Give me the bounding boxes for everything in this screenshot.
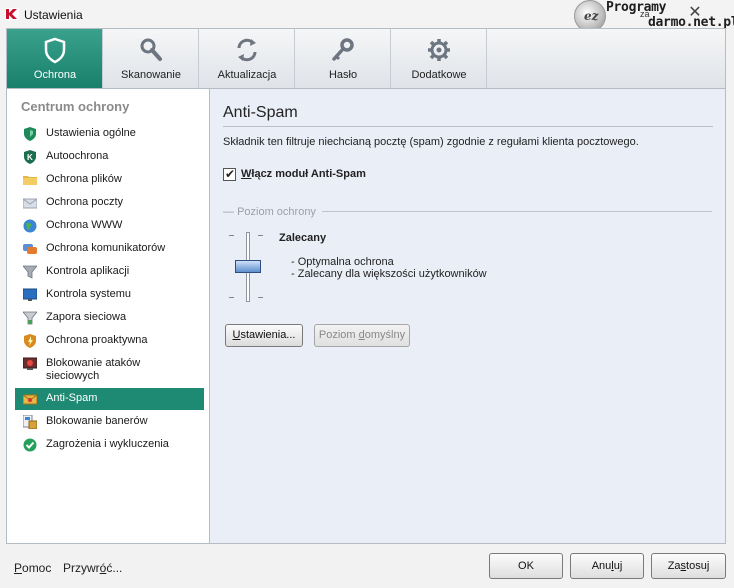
- globe-icon: [23, 219, 37, 233]
- envelope-icon: [23, 198, 37, 209]
- funnel-icon: [23, 265, 37, 279]
- tab-dodatkowe[interactable]: Dodatkowe: [391, 29, 487, 88]
- sidebar-item-zapora-sieciowa[interactable]: Zapora sieciowa: [15, 307, 204, 329]
- slider-tick: [258, 235, 263, 236]
- protection-level-desc: - Zalecany dla większości użytkowników: [291, 268, 487, 280]
- tab-label: Skanowanie: [121, 69, 181, 81]
- svg-text:K: K: [27, 153, 33, 162]
- close-button[interactable]: ✕: [682, 2, 708, 22]
- tab-strip: Ochrona Skanowanie Aktualizacja Hasło Do…: [6, 28, 726, 89]
- window-title: Ustawienia: [24, 8, 83, 22]
- sidebar-item-blokowanie-atakow[interactable]: Blokowanie ataków sieciowych: [15, 353, 204, 385]
- network-attack-icon: [23, 357, 37, 370]
- restore-link[interactable]: Przywróć...: [63, 561, 122, 575]
- ok-button[interactable]: OK: [489, 553, 563, 579]
- chat-icon: [23, 244, 37, 254]
- slider-tick: [229, 235, 234, 236]
- title-divider: [223, 126, 713, 127]
- sidebar-item-ochrona-komunikatorow[interactable]: Ochrona komunikatorów: [15, 238, 204, 260]
- sidebar-item-label: Anti-Spam: [46, 392, 98, 404]
- tab-label: Aktualizacja: [217, 69, 277, 81]
- settings-panel: Anti-Spam Składnik ten filtruje niechcia…: [210, 89, 726, 544]
- tab-label: Hasło: [328, 69, 358, 81]
- checkmark-icon: ✔: [225, 167, 236, 181]
- sidebar-item-label: Ustawienia ogólne: [46, 127, 136, 139]
- banner-block-icon: [23, 415, 37, 429]
- enable-anti-spam-checkbox[interactable]: ✔ Włącz moduł Anti-Spam: [223, 167, 523, 183]
- refresh-icon: [237, 38, 257, 62]
- sidebar-item-label: Kontrola aplikacji: [46, 265, 130, 277]
- sidebar-item-kontrola-aplikacji[interactable]: Kontrola aplikacji: [15, 261, 204, 283]
- slider-tick: [258, 297, 263, 298]
- sidebar-item-label: Ochrona plików: [46, 173, 122, 185]
- sidebar-item-label: Blokowanie banerów: [46, 415, 148, 427]
- sidebar-item-label: Ochrona WWW: [46, 219, 123, 231]
- k-shield-icon: K: [24, 150, 36, 164]
- kaspersky-logo-icon: [5, 8, 19, 20]
- gear-icon: [428, 39, 450, 61]
- footer: Pomoc Przywróć... OK Anuluj Zastosuj: [0, 544, 734, 588]
- proactive-shield-icon: [24, 334, 36, 348]
- page-title: Anti-Spam: [223, 104, 298, 121]
- sidebar-item-ochrona-poczty[interactable]: Ochrona poczty: [15, 192, 204, 214]
- firewall-funnel-icon: [23, 311, 37, 325]
- tab-aktualizacja[interactable]: Aktualizacja: [199, 29, 295, 88]
- watermark-logo-letter: ez: [584, 9, 599, 23]
- sidebar-item-ochrona-plikow[interactable]: Ochrona plików: [15, 169, 204, 191]
- apply-button[interactable]: Zastosuj: [651, 553, 726, 579]
- sidebar-item-label: Zagrożenia i wykluczenia: [46, 438, 169, 450]
- group-divider: [322, 211, 712, 212]
- settings-button[interactable]: Ustawienia...: [225, 324, 303, 347]
- magnifier-icon: [140, 38, 162, 61]
- sidebar-item-ochrona-www[interactable]: Ochrona WWW: [15, 215, 204, 237]
- tab-ochrona[interactable]: Ochrona: [7, 29, 103, 88]
- folder-icon: [23, 176, 37, 185]
- sidebar-item-label: Kontrola systemu: [46, 288, 131, 300]
- green-shield-icon: [24, 127, 36, 141]
- tab-skanowanie[interactable]: Skanowanie: [103, 29, 199, 88]
- spam-envelope-icon: [23, 394, 37, 405]
- sidebar-item-label: Ochrona poczty: [46, 196, 124, 208]
- watermark-logo: ez Programy za darmo.net.pl: [574, 0, 734, 32]
- sidebar-item-zagrozenia[interactable]: Zagrożenia i wykluczenia: [15, 434, 204, 456]
- sidebar-title: Centrum ochrony: [21, 99, 130, 114]
- protection-level-name: Zalecany: [279, 232, 327, 244]
- page-description: Składnik ten filtruje niechcianą pocztę …: [223, 136, 639, 148]
- sidebar-item-label: Autoochrona: [46, 150, 109, 162]
- sidebar: Centrum ochrony Ustawienia ogólne K Auto…: [6, 89, 210, 544]
- sidebar-item-label: Ochrona proaktywna: [46, 334, 148, 346]
- protection-level-slider[interactable]: [229, 231, 269, 303]
- slider-tick: [229, 297, 234, 298]
- checkbox-box[interactable]: ✔: [223, 167, 236, 181]
- key-icon: [332, 38, 354, 61]
- sidebar-item-label: Zapora sieciowa: [46, 311, 127, 323]
- watermark-line1: Programy: [606, 0, 667, 15]
- shield-icon: [44, 37, 66, 64]
- title-bar: Ustawienia ez Programy za darmo.net.pl ✕: [0, 0, 734, 32]
- sidebar-item-label: Ochrona komunikatorów: [46, 242, 166, 254]
- protection-level-desc: - Optymalna ochrona: [291, 256, 394, 268]
- sidebar-item-anti-spam[interactable]: Anti-Spam: [15, 388, 204, 410]
- monitor-icon: [23, 288, 37, 301]
- tab-label: Dodatkowe: [411, 69, 467, 81]
- checkbox-label: Włącz moduł Anti-Spam: [241, 168, 366, 180]
- sidebar-item-ustawienia-ogolne[interactable]: Ustawienia ogólne: [15, 123, 204, 145]
- protection-level-group-label: — Poziom ochrony: [223, 206, 316, 218]
- check-circle-icon: [23, 438, 37, 452]
- help-link[interactable]: Pomoc: [14, 561, 51, 575]
- sidebar-item-autoochrona[interactable]: K Autoochrona: [15, 146, 204, 168]
- default-level-button[interactable]: Poziom domyślny: [314, 324, 410, 347]
- tab-haslo[interactable]: Hasło: [295, 29, 391, 88]
- sidebar-item-kontrola-systemu[interactable]: Kontrola systemu: [15, 284, 204, 306]
- tab-label: Ochrona: [33, 69, 77, 81]
- sidebar-item-ochrona-proaktywna[interactable]: Ochrona proaktywna: [15, 330, 204, 352]
- slider-thumb[interactable]: [235, 260, 261, 273]
- sidebar-item-label: Blokowanie ataków sieciowych: [46, 357, 141, 382]
- sidebar-item-blokowanie-banerow[interactable]: Blokowanie banerów: [15, 411, 204, 433]
- protection-level-label: Poziom ochrony: [237, 206, 316, 218]
- cancel-button[interactable]: Anuluj: [570, 553, 644, 579]
